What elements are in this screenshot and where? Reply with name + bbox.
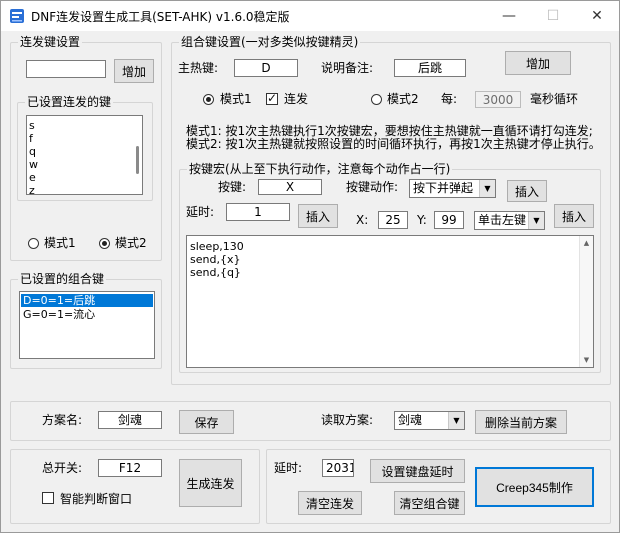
burst-keys-title: 已设置连发的键: [25, 95, 114, 109]
credit-button[interactable]: Creep345制作: [475, 467, 594, 507]
close-button[interactable]: ✕: [575, 1, 619, 31]
dropdown-arrow-icon[interactable]: ▼: [479, 180, 495, 197]
list-item[interactable]: f: [29, 133, 33, 145]
scheme-name-label: 方案名:: [42, 413, 83, 427]
load-scheme-select[interactable]: 剑魂 ▼: [394, 411, 465, 430]
mode1-description: 模式1: 按1次主热键执行1次按键宏，要想按住主热键就一直循环请打勾连发;: [186, 124, 593, 138]
macro-delay-input[interactable]: 1: [226, 203, 290, 221]
insert-key-button[interactable]: 插入: [507, 180, 547, 202]
title-bar[interactable]: DNF连发设置生成工具(SET-AHK) v1.6.0稳定版 — ☐ ✕: [1, 1, 619, 31]
list-item[interactable]: z: [29, 185, 35, 195]
combo-list-title: 已设置的组合键: [18, 272, 107, 286]
master-switch-input[interactable]: F12: [98, 459, 162, 477]
burst-keys-list[interactable]: s f q w e z: [26, 115, 143, 195]
x-label: X:: [356, 213, 369, 227]
burst-add-button[interactable]: 增加: [114, 59, 154, 83]
combo-mode2-radio[interactable]: [371, 94, 382, 105]
combo-mode1-label[interactable]: 模式1: [220, 92, 252, 106]
master-switch-label: 总开关:: [42, 461, 83, 475]
burst-mode2-label[interactable]: 模式2: [115, 236, 147, 250]
y-label: Y:: [417, 213, 427, 227]
scroll-thumb[interactable]: [136, 146, 139, 174]
note-input[interactable]: 后跳: [394, 59, 466, 77]
save-scheme-button[interactable]: 保存: [179, 410, 234, 434]
list-item[interactable]: e: [29, 172, 36, 184]
burst-key-input[interactable]: [26, 60, 106, 78]
set-keyboard-delay-button[interactable]: 设置键盘延时: [370, 459, 465, 483]
load-scheme-label: 读取方案:: [321, 413, 374, 427]
script-line: sleep,130: [190, 240, 244, 253]
generate-burst-button[interactable]: 生成连发: [179, 459, 242, 507]
combo-burst-checkbox[interactable]: [266, 91, 278, 105]
clear-burst-button[interactable]: 清空连发: [298, 491, 362, 515]
burst-keys-scrollbar[interactable]: [130, 116, 142, 194]
burst-mode1-radio[interactable]: [28, 238, 39, 249]
keyboard-delay-input[interactable]: 2031: [322, 459, 354, 477]
macro-key-label: 按键:: [218, 180, 247, 194]
list-item[interactable]: G=0=1=流心: [21, 308, 153, 321]
delete-scheme-button[interactable]: 删除当前方案: [475, 410, 567, 434]
combo-list[interactable]: D=0=1=后跳 G=0=1=流心: [19, 291, 155, 359]
clear-combo-button[interactable]: 清空组合键: [394, 491, 465, 515]
burst-mode1-label[interactable]: 模式1: [44, 236, 76, 250]
mouse-click-select[interactable]: 单击左键 ▼: [474, 211, 545, 230]
script-scrollbar[interactable]: ▲ ▼: [579, 236, 593, 367]
x-input[interactable]: 25: [378, 211, 408, 229]
scheme-name-input[interactable]: 剑魂: [98, 411, 162, 429]
combo-mode1-radio[interactable]: [203, 94, 214, 105]
list-item[interactable]: s: [29, 120, 35, 132]
macro-title: 按键宏(从上至下执行动作，注意每个动作占一行): [187, 162, 453, 176]
dropdown-arrow-icon[interactable]: ▼: [448, 412, 464, 429]
script-line: send,{q}: [190, 266, 241, 279]
dropdown-arrow-icon[interactable]: ▼: [528, 212, 544, 229]
combo-burst-label[interactable]: 连发: [284, 92, 308, 106]
key-action-select[interactable]: 按下并弹起 ▼: [409, 179, 496, 198]
mouse-click-value: 单击左键: [478, 213, 527, 227]
loop-interval-input[interactable]: 3000: [475, 91, 521, 108]
combo-mode2-label[interactable]: 模式2: [387, 92, 419, 106]
scroll-down-icon[interactable]: ▼: [580, 353, 593, 367]
list-item[interactable]: w: [29, 159, 38, 171]
macro-script-textarea[interactable]: sleep,130 send,{x} send,{q} ▲ ▼: [186, 235, 594, 368]
ms-loop-label: 毫秒循环: [530, 92, 579, 106]
smart-window-label[interactable]: 智能判断窗口: [60, 492, 132, 506]
hotkey-label: 主热键:: [178, 61, 219, 75]
mode2-description: 模式2: 按1次主热键就按照设置的时间循环执行，再按1次主热键才停止执行。: [186, 137, 601, 151]
key-action-label: 按键动作:: [346, 180, 399, 194]
hotkey-input[interactable]: D: [234, 59, 298, 77]
burst-settings-title: 连发键设置: [18, 35, 83, 49]
app-logo-icon: [9, 8, 25, 24]
scroll-up-icon[interactable]: ▲: [580, 236, 593, 250]
minimize-button[interactable]: —: [487, 1, 531, 31]
every-label: 每:: [441, 92, 458, 106]
keyboard-delay-label: 延时:: [274, 461, 303, 475]
y-input[interactable]: 99: [434, 211, 464, 229]
burst-mode2-radio[interactable]: [99, 238, 110, 249]
macro-delay-label: 延时:: [186, 205, 215, 219]
note-label: 说明备注:: [321, 61, 374, 75]
script-line: send,{x}: [190, 253, 241, 266]
combo-settings-title: 组合键设置(一对多类似按键精灵): [179, 35, 361, 49]
app-window: DNF连发设置生成工具(SET-AHK) v1.6.0稳定版 — ☐ ✕ 连发键…: [0, 0, 620, 533]
maximize-button: ☐: [546, 8, 560, 24]
smart-window-checkbox[interactable]: [42, 492, 54, 504]
key-action-value: 按下并弹起: [413, 181, 474, 195]
list-item[interactable]: q: [29, 146, 36, 158]
list-item[interactable]: D=0=1=后跳: [21, 294, 153, 307]
load-scheme-value: 剑魂: [398, 413, 423, 427]
insert-delay-button[interactable]: 插入: [298, 204, 338, 228]
window-title: DNF连发设置生成工具(SET-AHK) v1.6.0稳定版: [31, 10, 290, 24]
insert-mouse-button[interactable]: 插入: [554, 204, 594, 228]
macro-key-input[interactable]: X: [258, 179, 322, 195]
combo-add-button[interactable]: 增加: [505, 51, 571, 75]
